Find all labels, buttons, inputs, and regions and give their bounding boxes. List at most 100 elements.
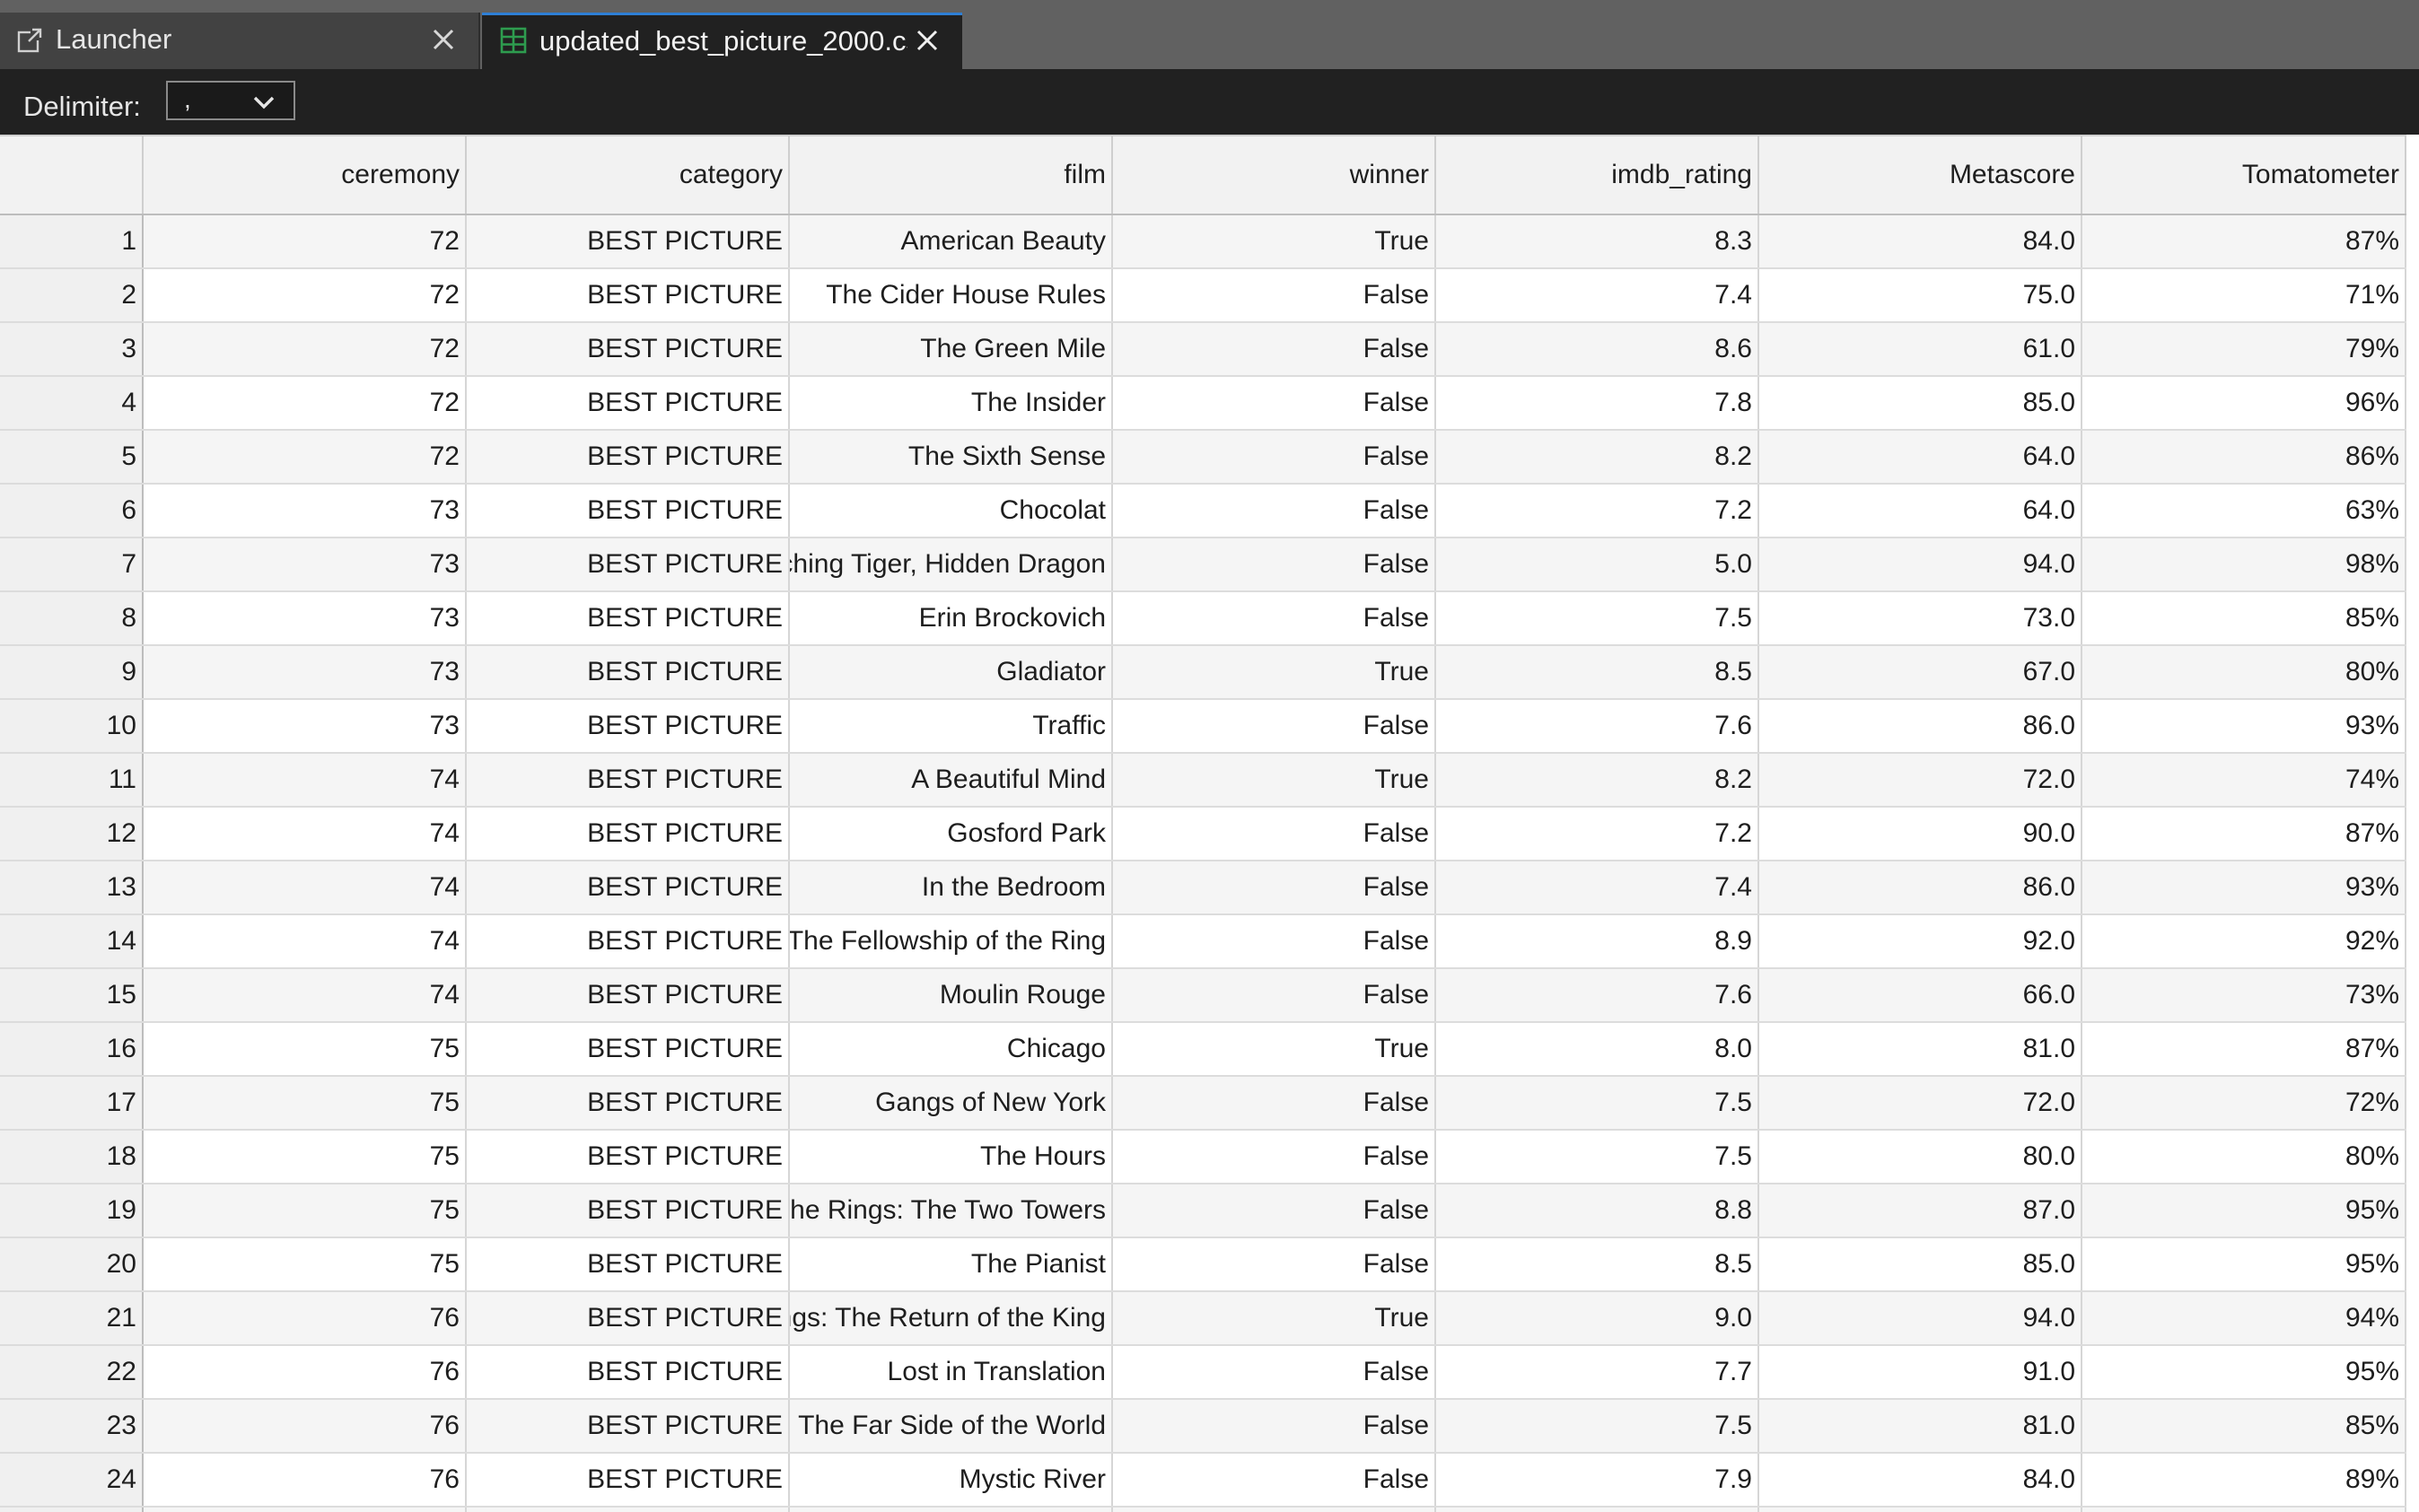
table-cell[interactable]: 93% [2082,699,2406,754]
table-cell[interactable]: True [1112,214,1436,269]
table-cell[interactable]: 80% [2082,645,2406,700]
row-number[interactable]: 4 [0,376,144,431]
table-cell[interactable]: 94% [2082,1291,2406,1346]
row-number[interactable]: 17 [0,1076,144,1131]
table-cell-film[interactable]: The Lord of the Rings: The Fellowship of… [789,914,1113,969]
table-cell[interactable]: 8.3 [1435,214,1759,269]
row-number[interactable]: 18 [0,1130,144,1184]
table-cell[interactable]: 64.0 [1758,430,2082,485]
close-icon[interactable] [429,25,458,54]
row-number[interactable]: 12 [0,807,144,861]
table-cell[interactable]: 86% [2082,430,2406,485]
table-cell[interactable]: 7.5 [1435,1399,1759,1454]
table-cell[interactable]: False [1112,591,1436,646]
table-cell[interactable]: 87% [2082,807,2406,861]
table-cell[interactable]: 72.0 [1758,753,2082,808]
table-cell[interactable]: 91.0 [1758,1345,2082,1400]
table-cell[interactable]: 5.0 [1435,538,1759,592]
table-cell[interactable]: 81.0 [1758,1022,2082,1077]
table-cell[interactable]: False [1112,376,1436,431]
row-number[interactable]: 16 [0,1022,144,1077]
table-cell[interactable]: False [1112,268,1436,323]
table-cell[interactable]: BEST PICTURE [466,376,790,431]
table-cell[interactable]: False [1112,538,1436,592]
table-cell[interactable]: 72 [143,322,467,377]
table-cell[interactable]: BEST PICTURE [466,807,790,861]
table-cell[interactable]: BEST PICTURE [466,1291,790,1346]
table-cell[interactable]: False [1112,322,1436,377]
table-cell-film[interactable]: Master and Commander: The Far Side of th… [789,1399,1113,1454]
table-cell[interactable]: 73 [143,484,467,538]
table-cell[interactable]: False [1112,1237,1436,1292]
table-cell[interactable]: 72 [143,376,467,431]
table-cell[interactable]: False [1112,1453,1436,1508]
row-number[interactable]: 5 [0,430,144,485]
column-header[interactable]: category [466,135,790,215]
row-number[interactable]: 24 [0,1453,144,1508]
row-number[interactable]: 19 [0,1184,144,1238]
table-cell-film[interactable]: The Hours [789,1130,1113,1184]
table-cell[interactable]: 89% [2082,1453,2406,1508]
table-cell[interactable]: 92% [2082,914,2406,969]
table-cell[interactable]: 7.8 [1435,376,1759,431]
table-cell[interactable]: 74 [143,914,467,969]
row-number[interactable]: 7 [0,538,144,592]
table-cell[interactable]: False [1112,1399,1436,1454]
row-number[interactable]: 14 [0,914,144,969]
table-cell[interactable]: 75.0 [1758,268,2082,323]
table-cell-film[interactable]: Traffic [789,699,1113,754]
column-header[interactable]: ceremony [143,135,467,215]
table-cell[interactable]: 72 [143,430,467,485]
table-cell[interactable]: 7.6 [1435,968,1759,1023]
table-cell[interactable]: 75 [143,1130,467,1184]
tab-csv-file[interactable]: updated_best_picture_2000.csv [482,13,962,69]
table-cell[interactable]: 7.2 [1435,484,1759,538]
row-number[interactable]: 20 [0,1237,144,1292]
table-cell[interactable]: 76 [143,1507,467,1512]
table-cell[interactable]: 87% [2082,1022,2406,1077]
table-cell-film[interactable]: Seabiscuit [789,1507,1113,1512]
table-cell[interactable]: 87.0 [1758,1184,2082,1238]
table-cell[interactable]: 87% [2082,214,2406,269]
table-cell-film[interactable]: The Green Mile [789,322,1113,377]
row-number[interactable]: 11 [0,753,144,808]
table-cell[interactable]: 81.0 [1758,1399,2082,1454]
table-cell[interactable]: 73 [143,591,467,646]
table-cell[interactable]: 74% [2082,753,2406,808]
table-cell[interactable]: 85% [2082,591,2406,646]
table-cell[interactable]: 85.0 [1758,1237,2082,1292]
table-cell[interactable]: False [1112,1184,1436,1238]
table-cell[interactable]: 7.6 [1435,699,1759,754]
table-cell-film[interactable]: Lost in Translation [789,1345,1113,1400]
table-cell[interactable]: BEST PICTURE [466,861,790,915]
column-header[interactable]: film [789,135,1113,215]
table-cell-film[interactable]: Gangs of New York [789,1076,1113,1131]
table-cell-film[interactable]: Chicago [789,1022,1113,1077]
table-cell[interactable]: 7.2 [1435,807,1759,861]
table-cell-film[interactable]: Moulin Rouge [789,968,1113,1023]
row-number[interactable]: 23 [0,1399,144,1454]
table-cell[interactable]: 75 [143,1237,467,1292]
table-cell[interactable]: 64.0 [1758,484,2082,538]
table-cell[interactable]: BEST PICTURE [466,1130,790,1184]
table-cell-film[interactable]: The Insider [789,376,1113,431]
table-cell-film[interactable]: Mystic River [789,1453,1113,1508]
table-cell[interactable]: 72 [143,214,467,269]
table-cell-film[interactable]: The Sixth Sense [789,430,1113,485]
close-icon[interactable] [913,26,942,55]
table-cell[interactable]: False [1112,1130,1436,1184]
table-cell[interactable]: 8.6 [1435,322,1759,377]
table-cell[interactable]: 7.4 [1435,861,1759,915]
table-cell[interactable]: BEST PICTURE [466,268,790,323]
table-cell[interactable]: BEST PICTURE [466,968,790,1023]
table-cell[interactable]: 9.0 [1435,1291,1759,1346]
table-cell[interactable]: 61.0 [1758,322,2082,377]
table-cell[interactable]: 95% [2082,1184,2406,1238]
table-cell-film[interactable]: The Pianist [789,1237,1113,1292]
row-number[interactable]: 15 [0,968,144,1023]
table-cell[interactable]: 79% [2082,322,2406,377]
table-cell[interactable]: 76 [143,1291,467,1346]
table-cell[interactable]: False [1112,861,1436,915]
table-cell-film[interactable]: Gosford Park [789,807,1113,861]
table-cell[interactable]: 86.0 [1758,699,2082,754]
